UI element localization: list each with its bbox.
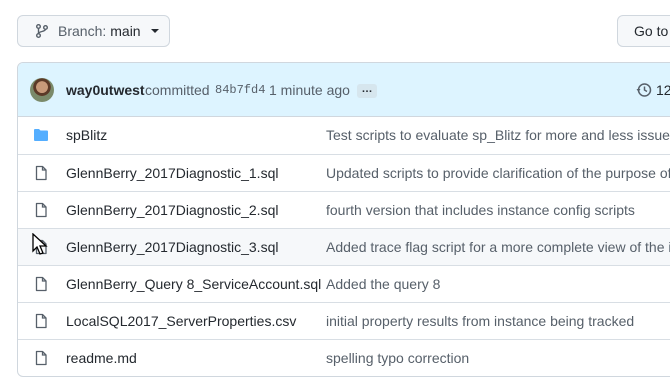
latest-commit-bar: way0utwest committed 84b7fd4 1 minute ag… — [18, 63, 670, 117]
file-row[interactable]: readme.md spelling typo correction — [18, 339, 670, 376]
file-list: spBlitz Test scripts to evaluate sp_Blitz… — [18, 117, 670, 376]
commit-message-link[interactable]: Added trace flag script for a more compl… — [326, 239, 670, 255]
go-to-file-button[interactable]: Go to — [617, 15, 670, 47]
avatar[interactable] — [30, 78, 54, 102]
file-icon — [33, 313, 49, 332]
branch-select-button[interactable]: Branch: main — [17, 15, 170, 47]
commit-history-link[interactable]: 12 — [636, 82, 670, 98]
git-branch-icon — [36, 24, 48, 38]
mouse-cursor-icon — [32, 233, 48, 255]
file-icon — [33, 165, 49, 184]
file-row[interactable]: spBlitz Test scripts to evaluate sp_Blitz… — [18, 117, 670, 154]
file-row[interactable]: LocalSQL2017_ServerProperties.csv initial… — [18, 302, 670, 339]
commit-time: 1 minute ago — [269, 82, 350, 98]
chevron-down-icon — [150, 29, 159, 33]
file-name-link[interactable]: spBlitz — [66, 127, 107, 143]
file-name-link[interactable]: GlennBerry_2017Diagnostic_2.sql — [66, 202, 278, 218]
go-to-file-label: Go to — [634, 23, 669, 39]
file-icon — [33, 276, 49, 295]
history-icon — [636, 83, 652, 97]
commit-message-link[interactable]: fourth version that includes instance co… — [326, 202, 635, 218]
commit-author[interactable]: way0utwest — [66, 82, 145, 98]
branch-prefix: Branch: — [58, 23, 107, 39]
file-name-link[interactable]: readme.md — [66, 350, 137, 366]
commit-sha[interactable]: 84b7fd4 — [215, 83, 265, 97]
file-browser: way0utwest committed 84b7fd4 1 minute ag… — [17, 62, 670, 377]
file-name-link[interactable]: GlennBerry_Query 8_ServiceAccount.sql — [66, 276, 321, 292]
commit-message-link[interactable]: Test scripts to evaluate sp_Blitz for mo… — [326, 127, 670, 143]
commit-message-link[interactable]: Updated scripts to provide clarification… — [326, 165, 670, 181]
folder-icon — [33, 127, 49, 146]
commit-message-link[interactable]: spelling typo correction — [326, 350, 469, 366]
branch-name: main — [110, 23, 141, 39]
commit-details-toggle[interactable]: … — [357, 84, 377, 98]
file-name-link[interactable]: GlennBerry_2017Diagnostic_1.sql — [66, 165, 278, 181]
commit-message-link[interactable]: initial property results from instance b… — [326, 313, 634, 329]
file-icon — [33, 202, 49, 221]
file-row[interactable]: GlennBerry_Query 8_ServiceAccount.sql Add… — [18, 265, 670, 302]
commit-message-link[interactable]: Added the query 8 — [326, 276, 440, 292]
commit-action: committed — [145, 82, 210, 98]
commit-count: 12 — [656, 82, 670, 98]
file-row[interactable]: GlennBerry_2017Diagnostic_2.sql fourth ve… — [18, 191, 670, 228]
file-row[interactable]: GlennBerry_2017Diagnostic_3.sql Added tra… — [18, 228, 670, 265]
file-icon — [33, 350, 49, 369]
file-name-link[interactable]: GlennBerry_2017Diagnostic_3.sql — [66, 239, 278, 255]
file-name-link[interactable]: LocalSQL2017_ServerProperties.csv — [66, 313, 296, 329]
file-row[interactable]: GlennBerry_2017Diagnostic_1.sql Updated s… — [18, 154, 670, 191]
